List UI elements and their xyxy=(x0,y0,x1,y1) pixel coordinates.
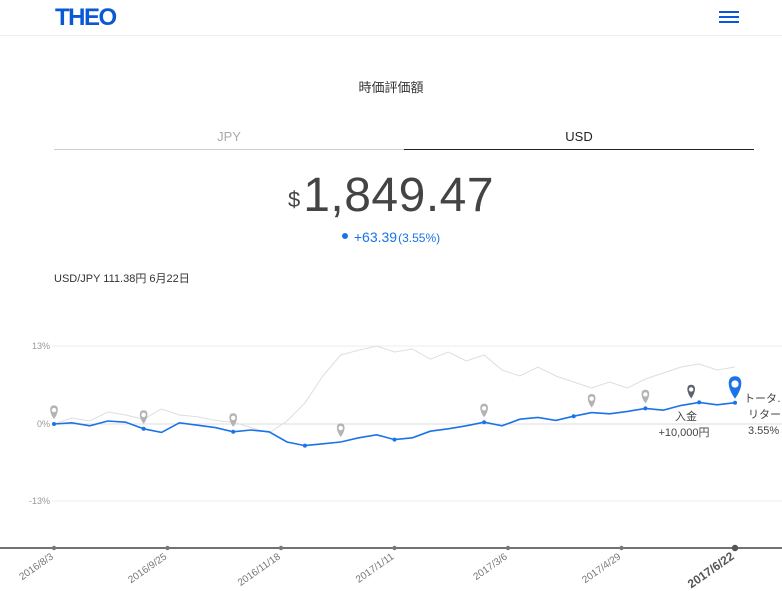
x-tick-dot xyxy=(392,545,397,551)
change-percent: (3.55%) xyxy=(398,231,441,245)
data-point xyxy=(52,422,56,426)
current-location-pin-icon[interactable] xyxy=(728,376,742,399)
y-tick-label: 13% xyxy=(32,341,50,351)
return-value: 3.55% xyxy=(748,425,779,437)
x-tick-dot xyxy=(278,545,284,551)
x-tick-dot xyxy=(731,544,739,552)
x-tick-label: 2017/6/22 xyxy=(685,549,737,591)
x-tick-label: 2016/9/25 xyxy=(126,551,169,586)
tab-usd[interactable]: USD xyxy=(404,129,754,150)
data-point xyxy=(141,426,146,431)
data-point xyxy=(697,400,702,405)
event-pins xyxy=(50,376,742,437)
event-pin-icon[interactable] xyxy=(139,410,148,424)
top-header: THEO xyxy=(0,0,782,36)
y-tick-label: -13% xyxy=(29,496,50,506)
section-title: 時価評価額 xyxy=(358,80,424,95)
value-change: +63.39(3.55%) xyxy=(0,229,782,245)
deposit-label: 入金 xyxy=(675,409,697,423)
x-tick-dot xyxy=(505,545,511,551)
event-pin-icon[interactable] xyxy=(641,389,650,404)
change-dot-icon xyxy=(341,233,348,239)
deposit-amount: +10,000円 xyxy=(658,427,709,439)
performance-chart[interactable]: 13% 0% -13% 入金 +10,000円 トータ… リター 3.55% 2… xyxy=(0,300,782,591)
change-amount: +63.39 xyxy=(353,229,398,245)
data-point xyxy=(733,400,737,405)
x-tick-dot xyxy=(619,545,624,551)
data-point xyxy=(571,414,576,419)
y-tick-label: 0% xyxy=(37,419,50,429)
event-pin-icon[interactable] xyxy=(480,403,488,418)
data-point xyxy=(302,443,307,448)
event-pin-icon[interactable] xyxy=(50,405,58,419)
total-return-label: トータ… xyxy=(744,392,782,405)
currency-symbol: $ xyxy=(287,187,301,212)
x-tick-dot xyxy=(51,545,57,551)
event-pin-icon[interactable] xyxy=(229,413,238,427)
x-tick-label: 2017/4/29 xyxy=(580,551,623,586)
deposit-pin-icon[interactable] xyxy=(687,384,695,399)
event-pin-icon[interactable] xyxy=(587,394,596,408)
exchange-rate: USD/JPY 111.38円 6月22日 xyxy=(54,273,190,285)
x-tick-label: 2017/3/6 xyxy=(472,551,511,583)
value-amount: 1,849.47 xyxy=(303,169,495,222)
hamburger-menu-icon[interactable] xyxy=(719,10,739,24)
data-point xyxy=(643,406,648,411)
data-point xyxy=(231,429,236,434)
portfolio-value: $1,849.47 xyxy=(0,168,782,223)
x-tick-label: 2017/1/11 xyxy=(354,551,397,585)
benchmark-line xyxy=(53,345,736,434)
x-tick-dot xyxy=(165,545,170,551)
data-point xyxy=(482,420,487,425)
return-label: リター xyxy=(748,408,781,421)
theo-logo[interactable]: THEO xyxy=(55,4,117,32)
event-pin-icon[interactable] xyxy=(336,423,345,437)
x-axis-ticks: 2016/8/3 2016/9/25 2016/11/18 2017/1/11 2017… xyxy=(18,544,739,591)
data-point xyxy=(392,437,397,442)
x-tick-label: 2016/8/3 xyxy=(18,551,57,583)
x-tick-label: 2016/11/18 xyxy=(236,551,283,589)
tab-jpy[interactable]: JPY xyxy=(54,129,404,150)
